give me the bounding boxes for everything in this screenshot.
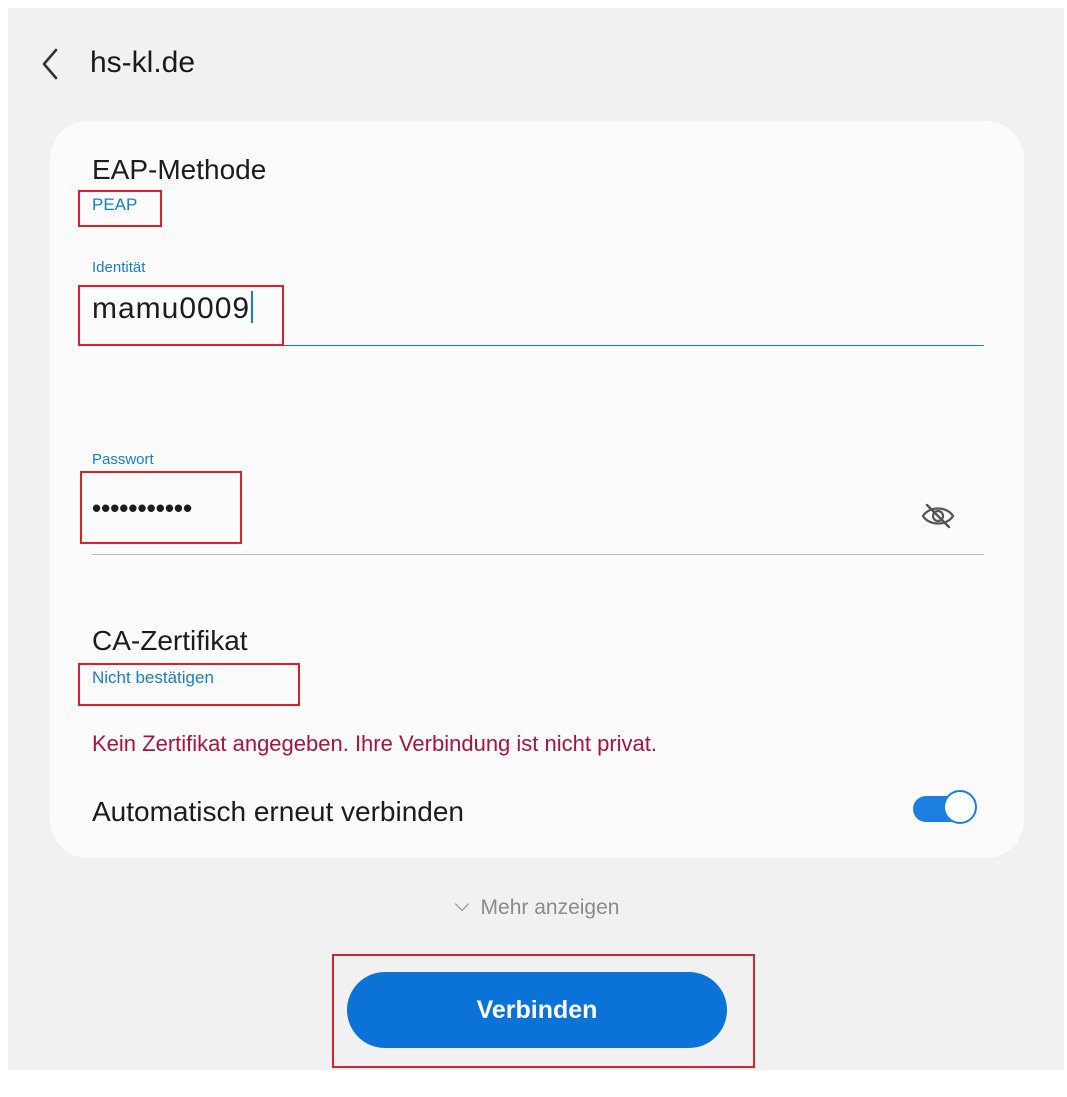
settings-card: EAP-Methode PEAP Identität mamu0009 Pass… bbox=[50, 121, 1024, 858]
identity-underline bbox=[92, 345, 984, 346]
chevron-down-icon bbox=[454, 896, 469, 912]
connect-button[interactable]: Verbinden bbox=[347, 972, 727, 1048]
wifi-network-settings-screen: hs-kl.de EAP-Methode PEAP Identität mamu… bbox=[8, 8, 1064, 1070]
password-field[interactable]: ••••••••••• bbox=[92, 493, 192, 524]
ca-certificate-value: Nicht bestätigen bbox=[92, 668, 214, 687]
eap-method-value: PEAP bbox=[92, 195, 138, 214]
identity-field[interactable]: mamu0009 bbox=[92, 291, 254, 326]
eap-method-title: EAP-Methode bbox=[92, 154, 267, 185]
page-title: hs-kl.de bbox=[90, 46, 196, 79]
identity-value: mamu0009 bbox=[92, 292, 251, 325]
password-underline bbox=[92, 554, 984, 555]
text-cursor bbox=[251, 291, 254, 323]
certificate-warning: Kein Zertifikat angegeben. Ihre Verbindu… bbox=[92, 731, 658, 756]
identity-label: Identität bbox=[92, 259, 146, 276]
eye-off-icon[interactable] bbox=[920, 501, 956, 531]
password-label: Passwort bbox=[92, 451, 154, 468]
auto-reconnect-toggle[interactable] bbox=[913, 790, 977, 826]
show-more-link[interactable]: Mehr anzeigen bbox=[8, 896, 1067, 920]
auto-reconnect-label: Automatisch erneut verbinden bbox=[92, 796, 464, 827]
ca-certificate-title: CA-Zertifikat bbox=[92, 625, 248, 656]
header: hs-kl.de bbox=[8, 8, 1064, 118]
toggle-thumb bbox=[943, 790, 977, 824]
chevron-left-icon[interactable] bbox=[36, 44, 64, 84]
show-more-label: Mehr anzeigen bbox=[480, 896, 620, 919]
